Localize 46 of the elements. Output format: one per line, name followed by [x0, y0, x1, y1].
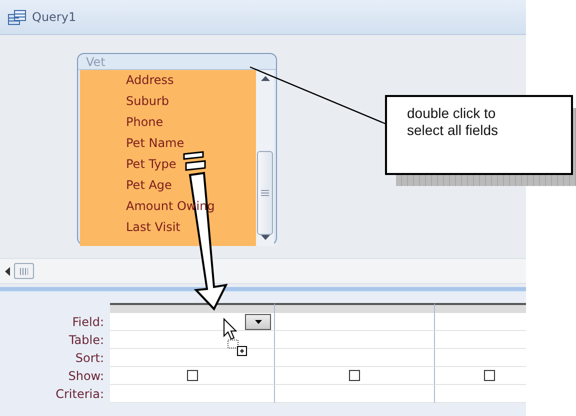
grid-cell[interactable]: [275, 313, 435, 331]
scroll-left-icon[interactable]: [5, 266, 10, 276]
grid-cell[interactable]: [110, 367, 275, 385]
scroll-thumb[interactable]: [257, 151, 273, 235]
row-label: Field:: [71, 314, 105, 331]
show-checkbox[interactable]: [484, 370, 495, 381]
show-checkbox[interactable]: [186, 370, 198, 381]
field-list-item[interactable]: Pet Age: [80, 175, 256, 196]
column-selector[interactable]: [435, 303, 526, 313]
grid-cell[interactable]: [435, 367, 526, 385]
row-label: Criteria:: [54, 386, 105, 403]
column-selector[interactable]: [275, 303, 435, 313]
callout-text: double click to select all fields: [385, 95, 573, 175]
show-checkbox[interactable]: [349, 370, 360, 381]
field-list-item[interactable]: Address: [80, 70, 256, 91]
grid-cell[interactable]: [110, 331, 275, 349]
field-list-item[interactable]: Last Visit: [80, 217, 256, 238]
grid-cell[interactable]: [435, 313, 526, 331]
grip-icon: [261, 190, 269, 196]
row-label: Sort:: [74, 350, 105, 367]
dropdown-button[interactable]: [245, 314, 271, 330]
grid-cell[interactable]: [435, 331, 526, 349]
scroll-up-icon[interactable]: [260, 76, 270, 81]
vertical-scrollbar[interactable]: [256, 70, 274, 246]
grid-cell[interactable]: [110, 313, 275, 331]
horizontal-scroll-thumb[interactable]: [14, 263, 34, 279]
query-icon: [8, 10, 26, 24]
grip-icon: [20, 268, 28, 274]
grid-cell[interactable]: [435, 349, 526, 367]
window-title: Query1: [32, 10, 76, 24]
field-list-item[interactable]: Pet Type: [80, 154, 256, 175]
grid-cell[interactable]: [275, 349, 435, 367]
grid-cell[interactable]: [110, 385, 275, 403]
row-label: Show:: [67, 368, 105, 385]
grid-cell[interactable]: [435, 385, 526, 403]
grid-cell[interactable]: [275, 385, 435, 403]
field-list-item[interactable]: Pet Name: [80, 133, 256, 154]
grid-cell[interactable]: [275, 367, 435, 385]
grid-cell[interactable]: [110, 349, 275, 367]
grid-cell[interactable]: [275, 331, 435, 349]
row-label: Table:: [68, 332, 105, 349]
drag-cursor-icon: [224, 318, 247, 356]
caret-icon: [254, 320, 262, 324]
field-list-item[interactable]: Suburb: [80, 91, 256, 112]
field-list-item[interactable]: Phone: [80, 112, 256, 133]
column-selector[interactable]: [110, 303, 275, 313]
